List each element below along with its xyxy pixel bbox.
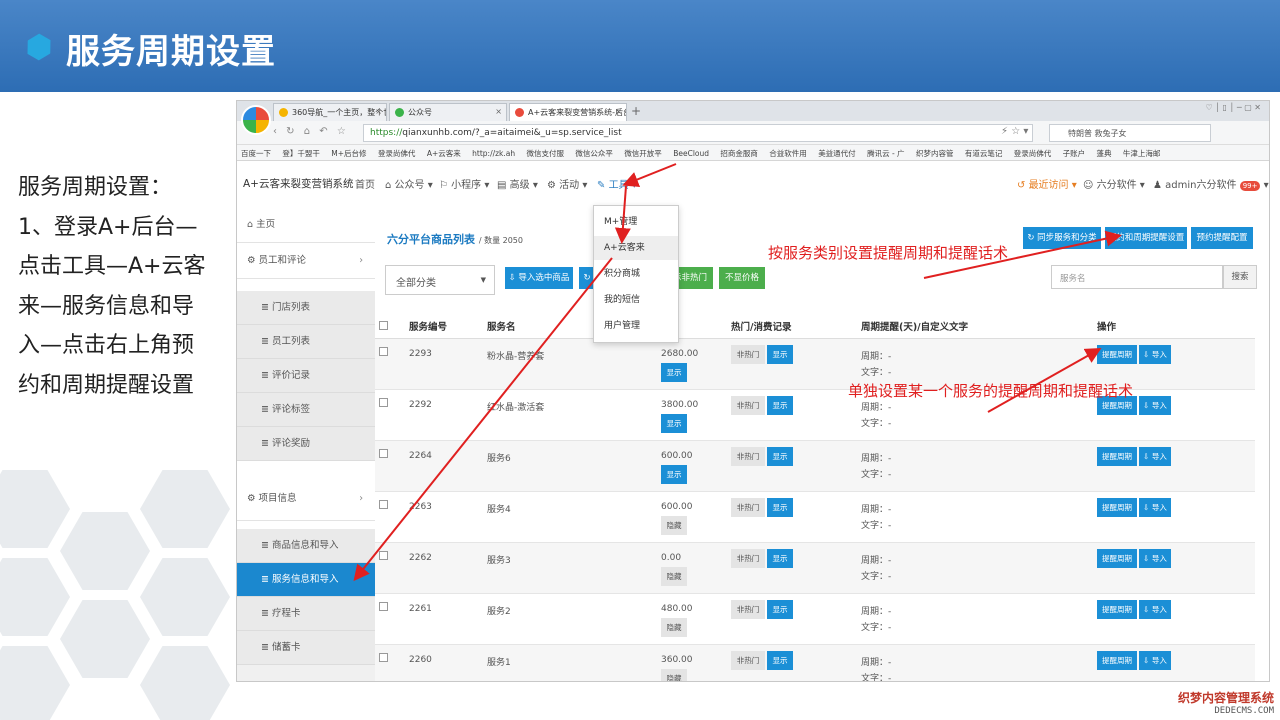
watermark: 织梦内容管理系统 DEDECMS.COM [1177,691,1274,716]
arrow-to-a-plus [614,185,631,244]
arrow-to-service-menu [353,257,613,582]
arrow-to-remind-button [987,348,1102,413]
annotation-arrows [353,163,1122,582]
arrow-to-tools [622,163,677,187]
arrow-to-reserve-button [923,230,1122,279]
